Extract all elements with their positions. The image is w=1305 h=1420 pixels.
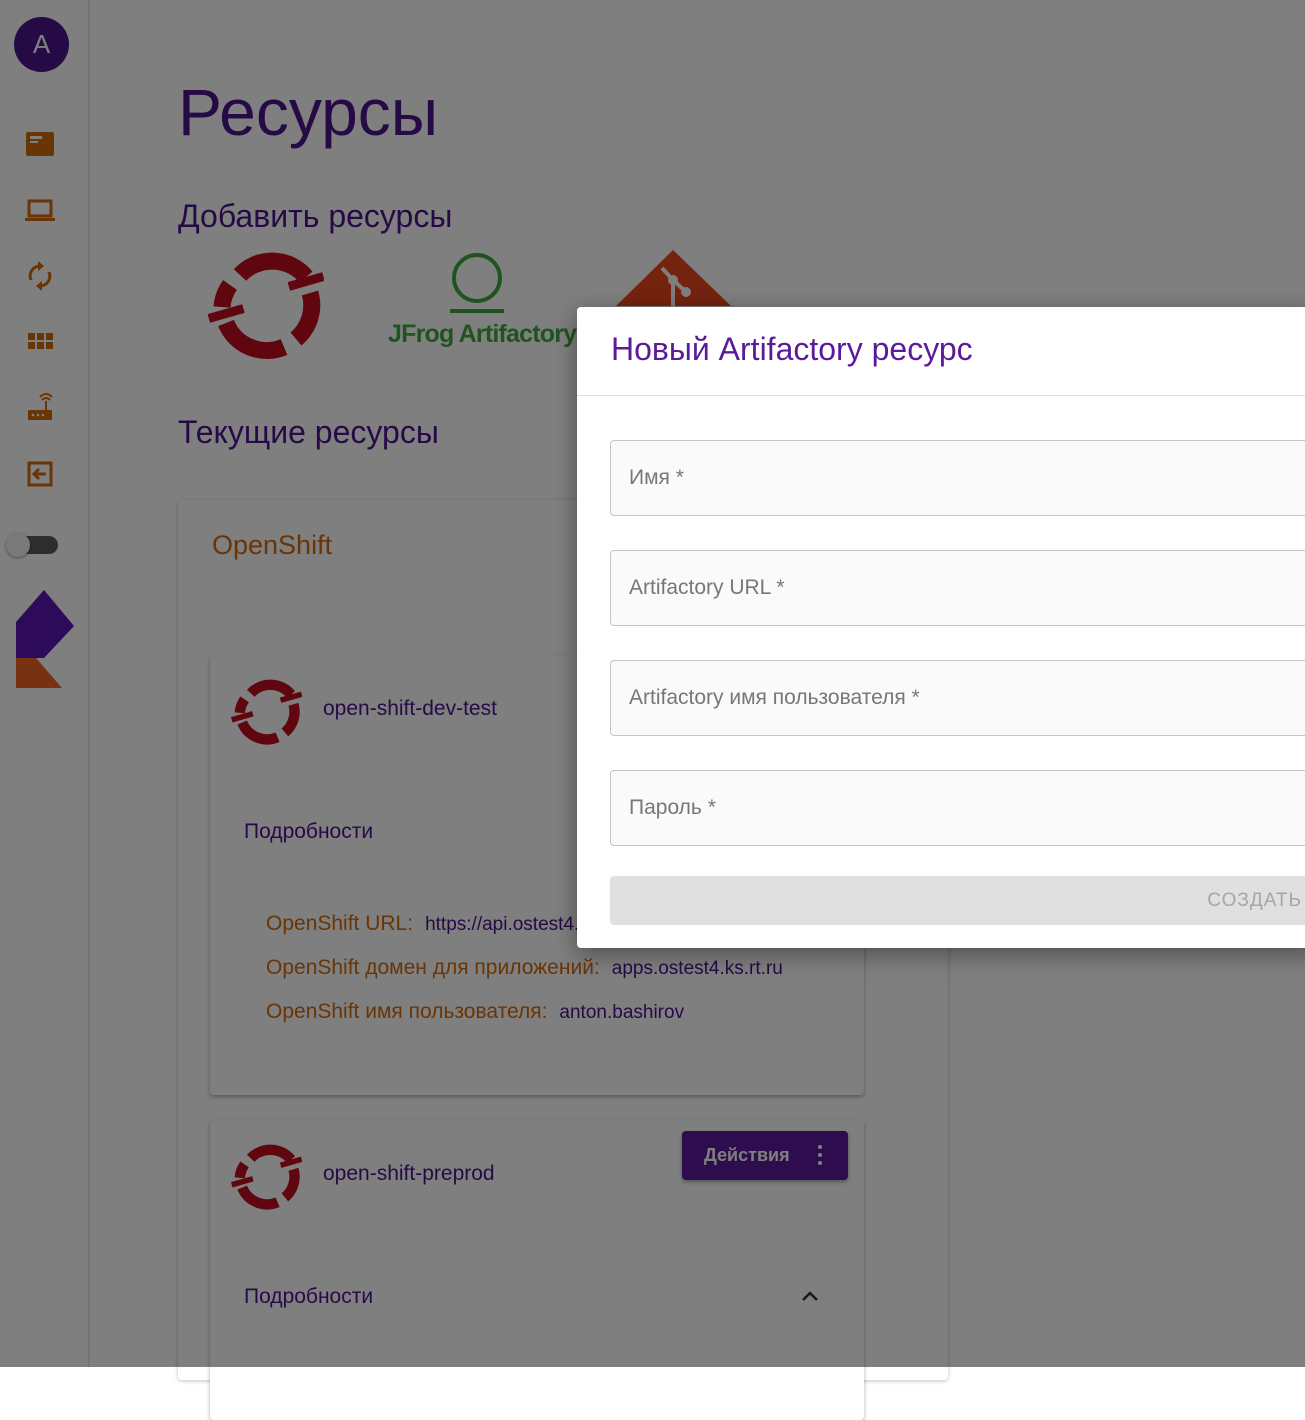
- create-button[interactable]: СОЗДАТЬ: [610, 876, 1305, 925]
- name-input[interactable]: [611, 441, 1305, 515]
- artifactory-url-field[interactable]: [610, 550, 1305, 626]
- name-field[interactable]: [610, 440, 1305, 516]
- password-input[interactable]: [611, 771, 1305, 845]
- dialog-title: Новый Artifactory ресурс: [611, 331, 973, 367]
- artifactory-username-input[interactable]: [611, 661, 1305, 735]
- new-artifactory-resource-dialog: Новый Artifactory ресурс СОЗДАТЬ: [577, 307, 1305, 948]
- artifactory-username-field[interactable]: [610, 660, 1305, 736]
- dialog-divider: [577, 395, 1305, 396]
- artifactory-url-input[interactable]: [611, 551, 1305, 625]
- password-field[interactable]: [610, 770, 1305, 846]
